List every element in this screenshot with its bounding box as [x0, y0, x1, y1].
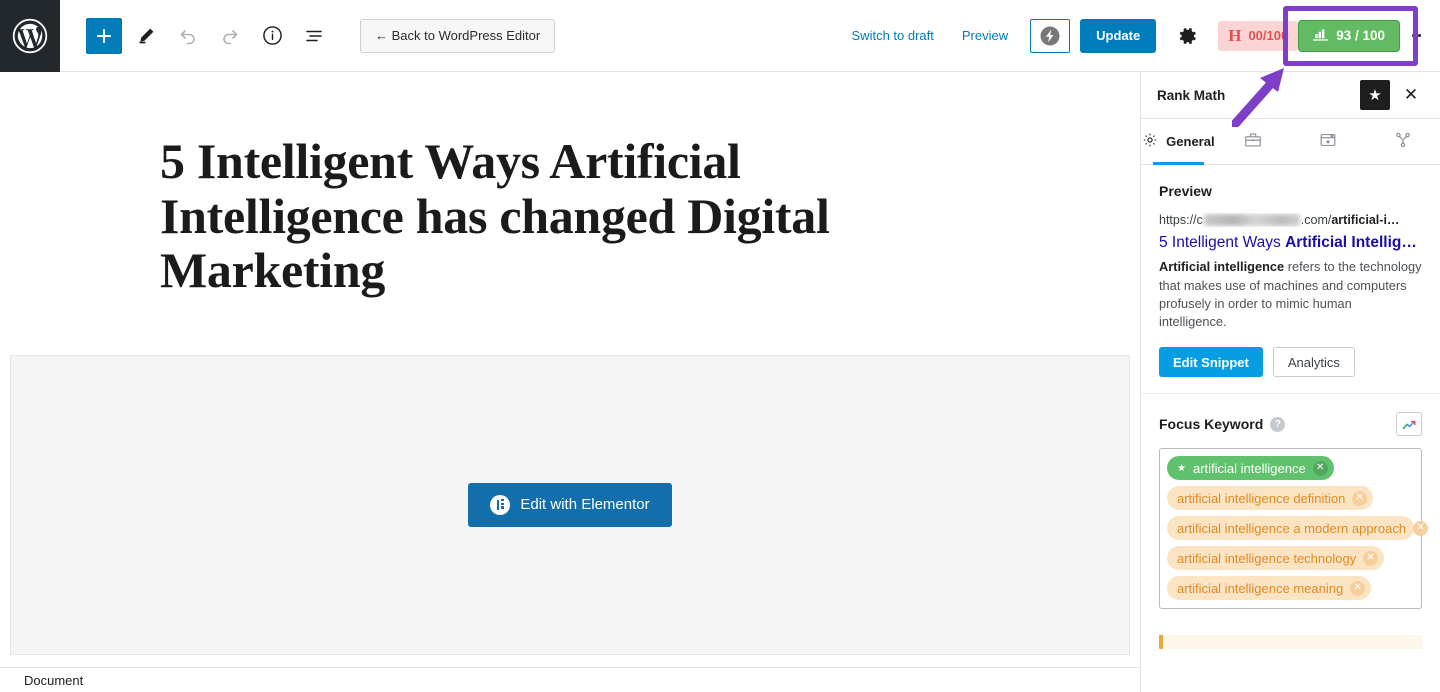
- preview-heading: Preview: [1159, 183, 1212, 199]
- seo-score-badge[interactable]: 93 / 100: [1298, 19, 1400, 52]
- bar-chart-icon: [1313, 28, 1329, 44]
- snippet-description: Artificial intelligence refers to the te…: [1159, 258, 1422, 331]
- edit-with-elementor-label: Edit with Elementor: [520, 496, 650, 513]
- schema-window-star-icon: [1318, 130, 1338, 153]
- keyword-tag[interactable]: artificial intelligence a modern approac…: [1167, 516, 1429, 540]
- toolbox-icon: [1243, 130, 1263, 153]
- tab-general-label: General: [1166, 134, 1215, 149]
- gear-icon[interactable]: [1170, 18, 1206, 54]
- amp-lightning-bolt-icon[interactable]: [1030, 18, 1071, 53]
- focus-keyword-input[interactable]: ★ artificial intelligence ✕ artificial i…: [1159, 448, 1429, 609]
- snippet-preview-section: Preview https://c .com/ artificial-i… 5 …: [1141, 165, 1440, 394]
- keyword-label: artificial intelligence: [1192, 460, 1306, 476]
- snippet-title-plain: 5 Intelligent Ways: [1159, 234, 1286, 251]
- keyword-label: artificial intelligence a modern approac…: [1177, 520, 1407, 536]
- update-button[interactable]: Update: [1080, 18, 1157, 53]
- remove-keyword-icon[interactable]: ✕: [1363, 550, 1379, 566]
- snippet-title-keyword: Artificial Intellig…: [1285, 234, 1417, 251]
- focus-keyword-label: Focus Keyword: [1159, 416, 1264, 432]
- hemingway-score-value: 00/100: [1248, 28, 1289, 43]
- editor-toolbar: ← Back to WordPress Editor Switch to dra…: [0, 0, 1440, 72]
- snippet-url-slug: artificial-i…: [1331, 213, 1400, 227]
- focus-keyword-header: Focus Keyword ?: [1159, 412, 1422, 436]
- trending-up-icon[interactable]: [1396, 412, 1422, 436]
- hemingway-score-badge[interactable]: H 00/100: [1218, 20, 1299, 51]
- elementor-logo-icon: [490, 494, 511, 515]
- snippet-url-suffix: .com/: [1300, 213, 1332, 227]
- tab-advanced[interactable]: [1216, 119, 1291, 164]
- remove-keyword-icon[interactable]: ✕: [1413, 520, 1429, 536]
- editor-canvas: 5 Intelligent Ways Artificial Intelligen…: [0, 72, 1140, 667]
- editor-bottom-bar: Document: [0, 667, 1140, 692]
- post-title[interactable]: 5 Intelligent Ways Artificial Intelligen…: [140, 134, 1000, 298]
- keyword-notice-bar: [1159, 635, 1422, 649]
- snippet-actions: Edit Snippet Analytics: [1159, 347, 1422, 377]
- remove-keyword-icon[interactable]: ✕: [1350, 580, 1366, 596]
- redo-icon[interactable]: [212, 18, 248, 54]
- toolbar-right-group: Switch to draft Preview Update H 00/100: [838, 0, 1440, 72]
- snippet-title[interactable]: 5 Intelligent Ways Artificial Intellig…: [1159, 233, 1422, 252]
- keyword-tag[interactable]: artificial intelligence meaning ✕: [1167, 576, 1372, 600]
- rank-math-title: Rank Math: [1157, 87, 1226, 103]
- info-icon[interactable]: [254, 18, 290, 54]
- keyword-label: artificial intelligence definition: [1177, 490, 1346, 506]
- back-to-wordpress-editor-button[interactable]: ← Back to WordPress Editor: [360, 18, 556, 53]
- remove-keyword-icon[interactable]: ✕: [1352, 490, 1368, 506]
- edit-pencil-icon[interactable]: [128, 18, 164, 54]
- switch-to-draft-button[interactable]: Switch to draft: [838, 28, 948, 43]
- close-icon[interactable]: ✕: [1396, 80, 1426, 110]
- edit-snippet-button[interactable]: Edit Snippet: [1159, 347, 1263, 377]
- add-block-button[interactable]: [86, 17, 122, 54]
- tab-schema[interactable]: [1291, 119, 1366, 164]
- wordpress-logo-icon[interactable]: [0, 0, 60, 72]
- tab-social[interactable]: [1365, 119, 1440, 164]
- hemingway-h-icon: H: [1228, 26, 1242, 45]
- wordpress-block-editor: ← Back to WordPress Editor Switch to dra…: [0, 0, 1440, 692]
- snippet-url-prefix: https://c: [1159, 213, 1203, 227]
- more-options-button[interactable]: [1400, 18, 1432, 54]
- gear-icon: [1142, 132, 1158, 151]
- rank-math-header: Rank Math ★ ✕: [1141, 72, 1440, 119]
- undo-icon[interactable]: [170, 18, 206, 54]
- star-icon[interactable]: ★: [1360, 80, 1390, 110]
- tab-general[interactable]: General: [1141, 119, 1216, 165]
- edit-with-elementor-button[interactable]: Edit with Elementor: [468, 482, 672, 527]
- rank-math-tabs: General: [1141, 119, 1440, 165]
- breadcrumb[interactable]: Document: [24, 673, 83, 688]
- redacted-domain: [1203, 214, 1300, 226]
- keyword-tag[interactable]: ★ artificial intelligence ✕: [1167, 456, 1334, 480]
- elementor-placeholder-block: Edit with Elementor: [10, 354, 1130, 655]
- rank-math-sidebar: Rank Math ★ ✕ General Preview https://c …: [1140, 72, 1440, 692]
- keyword-label: artificial intelligence meaning: [1177, 580, 1344, 596]
- snippet-url: https://c .com/ artificial-i…: [1159, 213, 1422, 227]
- keyword-tag[interactable]: artificial intelligence definition ✕: [1167, 486, 1374, 510]
- remove-keyword-icon[interactable]: ✕: [1312, 460, 1328, 476]
- keyword-label: artificial intelligence technology: [1177, 550, 1357, 566]
- focus-keyword-section: Focus Keyword ? ★ artificial intelligenc…: [1141, 394, 1440, 625]
- keyword-tag[interactable]: artificial intelligence technology ✕: [1167, 546, 1385, 570]
- help-icon[interactable]: ?: [1270, 416, 1286, 432]
- analytics-button[interactable]: Analytics: [1272, 347, 1355, 377]
- social-share-icon: [1393, 130, 1413, 153]
- preview-button[interactable]: Preview: [948, 28, 1022, 43]
- snippet-description-keyword: Artificial intelligence: [1159, 259, 1285, 275]
- seo-score-value: 93 / 100: [1336, 28, 1385, 43]
- list-view-icon[interactable]: [296, 18, 332, 54]
- primary-keyword-star-icon: ★: [1177, 462, 1186, 474]
- toolbar-left-group: ← Back to WordPress Editor: [60, 17, 556, 54]
